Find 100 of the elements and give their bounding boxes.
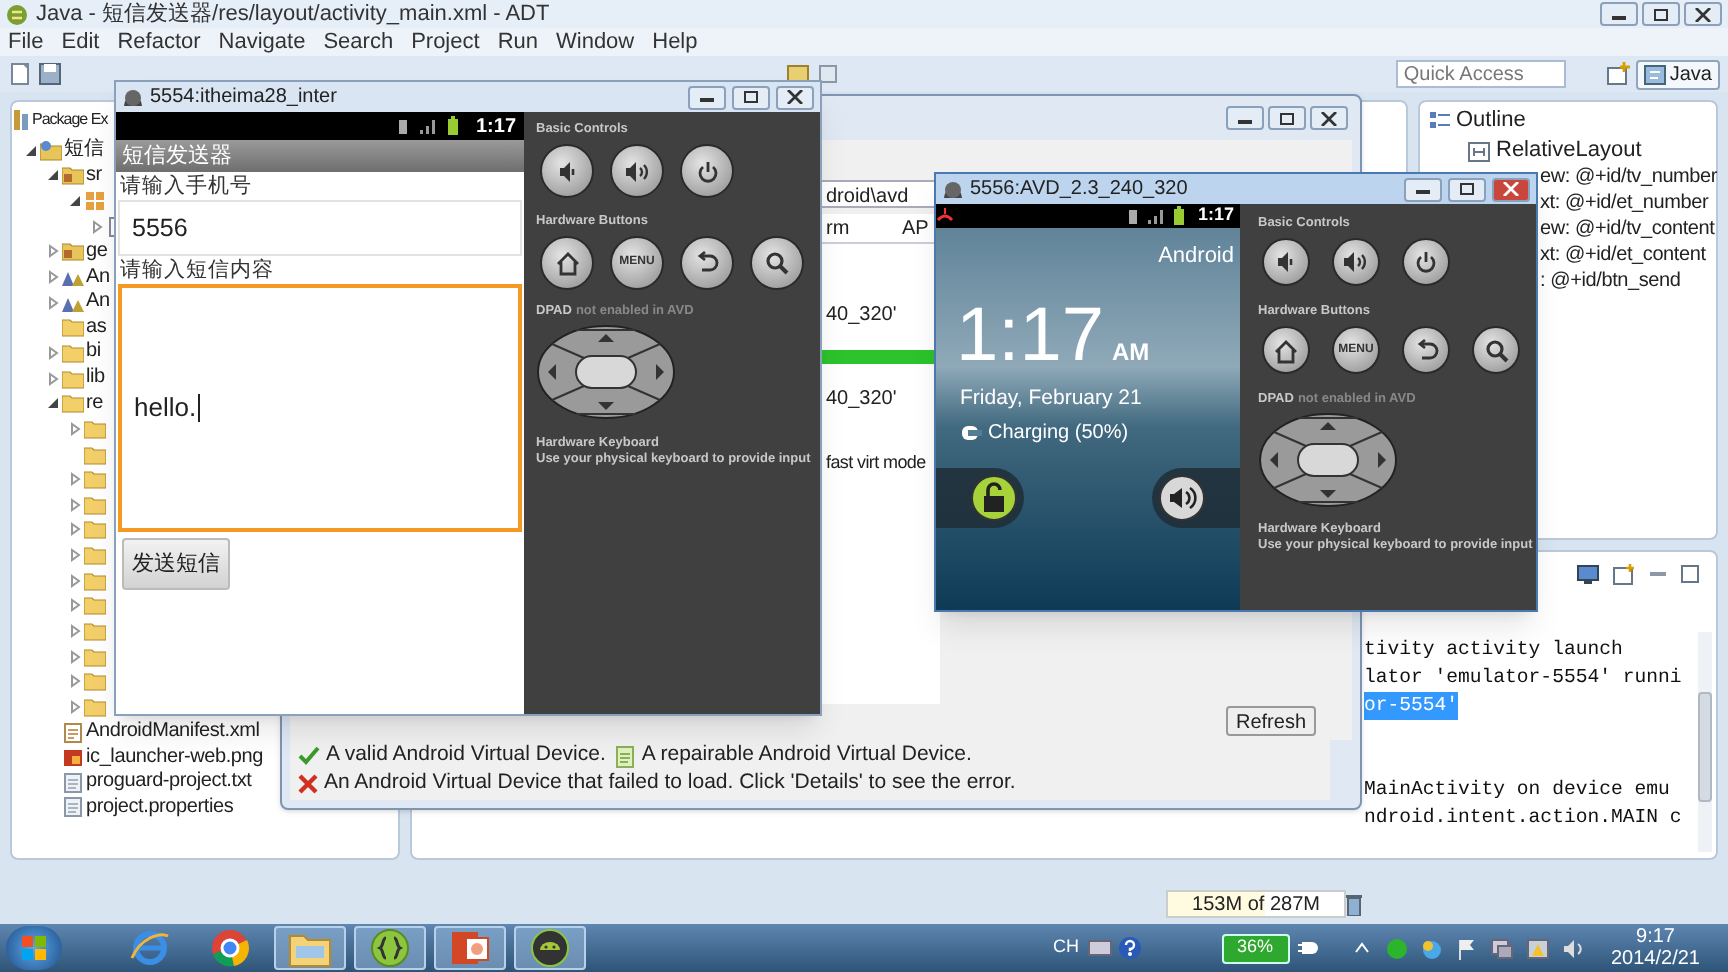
network-icon[interactable] (1489, 937, 1513, 959)
expand-arrow-icon[interactable] (90, 219, 104, 234)
new-console-icon[interactable] (1612, 563, 1636, 585)
tree-item[interactable]: : @+id/btn_send (1540, 271, 1681, 291)
tree-item[interactable]: RelativeLayout (1496, 134, 1642, 168)
clock-date[interactable]: 2014/2/21 (1611, 948, 1700, 970)
start-button[interactable] (6, 926, 62, 970)
keyboard-icon[interactable] (1087, 940, 1111, 956)
tree-item[interactable]: xt: @+id/et_content (1540, 245, 1706, 265)
expand-arrow-icon[interactable] (68, 522, 82, 537)
quick-access-field[interactable]: Quick Access (1395, 60, 1566, 88)
menu-item[interactable]: Navigate (218, 25, 306, 59)
tree-item[interactable]: An (86, 292, 110, 313)
maximize-button[interactable] (732, 85, 770, 109)
search-button[interactable] (750, 236, 804, 290)
trash-icon[interactable] (1346, 893, 1362, 915)
expand-arrow-icon[interactable] (68, 472, 82, 487)
collapse-arrow-icon[interactable] (46, 168, 60, 183)
close-button[interactable] (1310, 106, 1348, 130)
volume-up-button[interactable] (610, 144, 664, 198)
save-icon[interactable] (38, 62, 62, 86)
phone-number-field[interactable]: 5556 (118, 200, 522, 256)
volume-down-button[interactable] (1262, 238, 1310, 286)
expand-arrow-icon[interactable] (68, 649, 82, 664)
tree-item[interactable]: as (86, 317, 107, 338)
search-button[interactable] (1472, 326, 1520, 374)
menu-item[interactable]: Search (323, 25, 394, 59)
perspective-button[interactable]: Java (1635, 59, 1720, 89)
expand-arrow-icon[interactable] (68, 573, 82, 588)
dpad-control[interactable] (1258, 412, 1398, 508)
scrollbar[interactable] (1698, 632, 1712, 852)
menu-item[interactable]: Run (497, 25, 538, 59)
plug-icon[interactable] (1297, 940, 1321, 956)
tree-item[interactable]: bi (86, 342, 101, 363)
menu-item[interactable]: Project (411, 25, 480, 59)
tree-item[interactable]: proguard-project.txt (86, 772, 252, 793)
menu-item[interactable]: Edit (61, 25, 100, 59)
tree-item[interactable]: ew: @+id/tv_content (1540, 219, 1715, 239)
collapse-arrow-icon[interactable] (68, 194, 82, 209)
home-button[interactable] (1262, 326, 1310, 374)
home-button[interactable] (540, 236, 594, 290)
volume-up-button[interactable] (1332, 238, 1380, 286)
status-dot-icon[interactable] (1385, 937, 1407, 959)
tree-item[interactable]: AndroidManifest.xml (86, 722, 260, 743)
send-button[interactable]: 发送短信 (122, 538, 230, 590)
help-icon[interactable] (1117, 936, 1141, 960)
taskbar-button[interactable] (354, 926, 426, 970)
close-button[interactable] (1492, 177, 1530, 201)
expand-arrow-icon[interactable] (68, 548, 82, 563)
tree-item[interactable]: xt: @+id/et_number (1540, 193, 1709, 213)
message-field[interactable]: hello. (118, 284, 522, 532)
power-button[interactable] (1402, 238, 1450, 286)
monitor-icon[interactable] (1576, 563, 1600, 585)
expand-arrow-icon[interactable] (68, 699, 82, 714)
path-field[interactable]: droid\avd (820, 180, 940, 208)
expand-arrow-icon[interactable] (46, 345, 60, 360)
expand-arrow-icon[interactable] (68, 674, 82, 689)
close-button[interactable] (1684, 2, 1722, 26)
dpad-control[interactable] (536, 324, 676, 420)
maximize-button[interactable] (1448, 177, 1486, 201)
expand-arrow-icon[interactable] (68, 497, 82, 512)
tree-item[interactable]: project.properties (86, 797, 234, 818)
tree-item[interactable]: ew: @+id/tv_number (1540, 167, 1718, 187)
back-button[interactable] (1402, 326, 1450, 374)
unlock-slider[interactable] (936, 468, 1024, 529)
volume-down-button[interactable] (540, 144, 594, 198)
input-method-indicator[interactable]: CH (1053, 934, 1079, 962)
maximize-button[interactable] (1642, 2, 1680, 26)
globe-icon[interactable] (1419, 937, 1443, 959)
taskbar-button[interactable] (434, 926, 506, 970)
expand-arrow-icon[interactable] (68, 623, 82, 638)
expand-arrow-icon[interactable] (46, 244, 60, 259)
minimize-button[interactable] (1226, 106, 1264, 130)
open-perspective-icon[interactable] (1605, 62, 1630, 86)
collapse-arrow-icon[interactable] (24, 143, 38, 158)
expand-arrow-icon[interactable] (68, 598, 82, 613)
menu-item[interactable]: Window (556, 25, 635, 59)
sound-slider[interactable] (1152, 468, 1240, 529)
panel-tab[interactable]: Outline (1456, 103, 1526, 137)
expand-arrow-icon[interactable] (46, 295, 60, 310)
tree-item[interactable]: re (86, 393, 103, 414)
minimize-button[interactable] (688, 85, 726, 109)
maximize-icon[interactable] (1680, 564, 1700, 584)
caret-icon[interactable] (1353, 942, 1369, 954)
clock-time[interactable]: 9:17 (1636, 926, 1675, 948)
maximize-button[interactable] (1268, 106, 1306, 130)
minimize-button[interactable] (1404, 177, 1442, 201)
collapse-arrow-icon[interactable] (46, 396, 60, 411)
tree-item[interactable]: sr (86, 165, 102, 186)
menu-item[interactable]: Refactor (117, 25, 201, 59)
expand-arrow-icon[interactable] (46, 371, 60, 386)
tree-item[interactable]: ge (86, 241, 108, 262)
warning-icon[interactable] (1525, 937, 1549, 959)
expand-arrow-icon[interactable] (68, 421, 82, 436)
speaker-icon[interactable] (1561, 937, 1583, 959)
panel-tab[interactable]: Package Ex (32, 112, 108, 128)
power-button[interactable] (680, 144, 734, 198)
tree-item[interactable]: lib (86, 368, 105, 389)
tree-item[interactable]: An (86, 267, 110, 288)
tree-item[interactable]: ic_launcher-web.png (86, 747, 263, 768)
